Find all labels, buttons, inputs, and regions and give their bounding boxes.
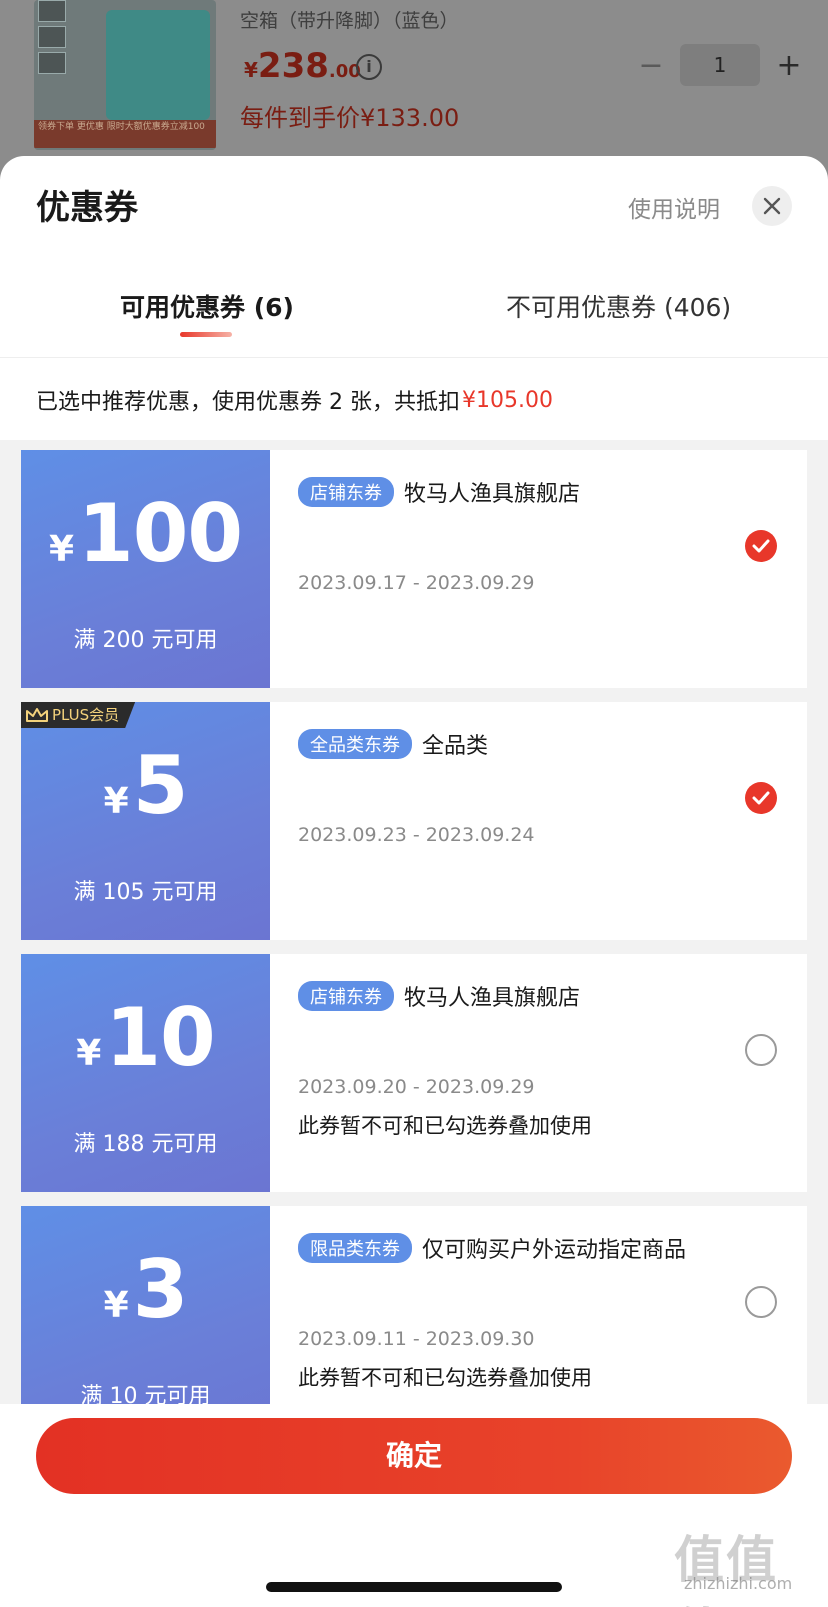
cooler-image (106, 10, 210, 120)
plus-icon[interactable]: + (772, 48, 806, 83)
tab-unavailable[interactable]: 不可用优惠券 (406) (506, 288, 731, 324)
site-watermark: 值值值 (674, 1531, 778, 1607)
coupon-amount: ¥100 (48, 487, 243, 580)
coupon-condition: 满 188 元可用 (73, 1132, 218, 1157)
coupon-value-panel: ¥10 满 188 元可用 (21, 954, 270, 1192)
coupon-details: 店铺东券 牧马人渔具旗舰店 2023.09.17 - 2023.09.29 (270, 450, 807, 688)
final-price: 每件到手价¥133.00 (240, 104, 460, 132)
plus-member-badge: PLUS会员 (21, 702, 135, 728)
thumbnail-promo-text: 领券下单 更优惠 限时大额优惠券立减100 (38, 122, 205, 132)
checkmark-icon (752, 791, 770, 805)
coupon-condition: 满 200 元可用 (73, 628, 218, 653)
coupon-amount: ¥5 (103, 739, 189, 832)
coupon-value-panel: ¥100 满 200 元可用 (21, 450, 270, 688)
coupon-type-tag: 全品类东券 (298, 729, 412, 759)
coupon-note: 此券暂不可和已勾选券叠加使用 (298, 1366, 592, 1390)
usage-instructions-link[interactable]: 使用说明 (628, 190, 720, 224)
coupon-validity: 2023.09.17 - 2023.09.29 (298, 572, 535, 594)
coupon-card[interactable]: ¥10 满 188 元可用 店铺东券 牧马人渔具旗舰店 2023.09.20 -… (21, 954, 807, 1192)
watermark-url: zhizhizhi.com (684, 1574, 793, 1593)
coupon-scope: 牧马人渔具旗舰店 (404, 986, 581, 1011)
coupon-tabs: 可用优惠券 (6) 不可用优惠券 (406) (0, 268, 828, 358)
coupon-details: 店铺东券 牧马人渔具旗舰店 2023.09.20 - 2023.09.29 此券… (270, 954, 807, 1192)
coupon-type-tag: 店铺东券 (298, 981, 394, 1011)
coupon-validity: 2023.09.11 - 2023.09.30 (298, 1328, 535, 1350)
close-button[interactable] (752, 186, 792, 226)
product-thumbnail: 领券下单 更优惠 限时大额优惠券立减100 (34, 0, 216, 150)
coupon-checkbox-selected[interactable] (745, 530, 777, 562)
coupon-scope: 仅可购买户外运动指定商品 (422, 1238, 687, 1263)
checkmark-icon (752, 539, 770, 553)
coupon-scope: 全品类 (422, 734, 489, 759)
close-icon (763, 197, 781, 215)
product-price: ¥238.00 (244, 46, 361, 86)
coupon-type-tag: 限品类东券 (298, 1233, 412, 1263)
confirm-button[interactable]: 确定 (36, 1418, 792, 1494)
summary-text: 已选中推荐优惠，使用优惠券 2 张，共抵扣 (36, 390, 460, 415)
coupon-scope: 牧马人渔具旗舰店 (404, 482, 581, 507)
coupon-details: 全品类东券 全品类 2023.09.23 - 2023.09.24 (270, 702, 807, 940)
coupon-condition: 满 105 元可用 (73, 880, 218, 905)
info-icon[interactable]: i (356, 54, 382, 80)
coupon-card[interactable]: ¥100 满 200 元可用 店铺东券 牧马人渔具旗舰店 2023.09.17 … (21, 450, 807, 688)
crown-icon (25, 707, 49, 723)
tab-available[interactable]: 可用优惠券 (6) (120, 288, 294, 324)
coupon-amount: ¥10 (76, 991, 215, 1084)
coupon-value-panel: PLUS会员 ¥5 满 105 元可用 (21, 702, 270, 940)
product-title: 空箱（带升降脚）（蓝色） (240, 10, 459, 32)
coupon-type-tag: 店铺东券 (298, 477, 394, 507)
sheet-title: 优惠券 (36, 188, 138, 228)
summary-amount: ¥105.00 (462, 387, 553, 413)
selection-summary: 已选中推荐优惠，使用优惠券 2 张，共抵扣 ¥105.00 (0, 360, 828, 440)
coupon-amount: ¥3 (103, 1243, 189, 1336)
active-tab-indicator (180, 332, 232, 337)
minus-icon[interactable]: − (634, 48, 668, 83)
coupon-checkbox-unselected[interactable] (745, 1034, 777, 1066)
home-indicator (266, 1582, 562, 1592)
coupon-validity: 2023.09.23 - 2023.09.24 (298, 824, 535, 846)
quantity-stepper: − 1 + (634, 44, 806, 86)
coupon-sheet: 优惠券 使用说明 可用优惠券 (6) 不可用优惠券 (406) 已选中推荐优惠，… (0, 156, 828, 1607)
coupon-validity: 2023.09.20 - 2023.09.29 (298, 1076, 535, 1098)
coupon-checkbox-unselected[interactable] (745, 1286, 777, 1318)
product-background: 领券下单 更优惠 限时大额优惠券立减100 空箱（带升降脚）（蓝色） ¥238.… (0, 0, 828, 180)
coupon-note: 此券暂不可和已勾选券叠加使用 (298, 1114, 592, 1138)
coupon-checkbox-selected[interactable] (745, 782, 777, 814)
coupon-card[interactable]: PLUS会员 ¥5 满 105 元可用 全品类东券 全品类 2023.09.23… (21, 702, 807, 940)
quantity-input[interactable]: 1 (680, 44, 760, 86)
